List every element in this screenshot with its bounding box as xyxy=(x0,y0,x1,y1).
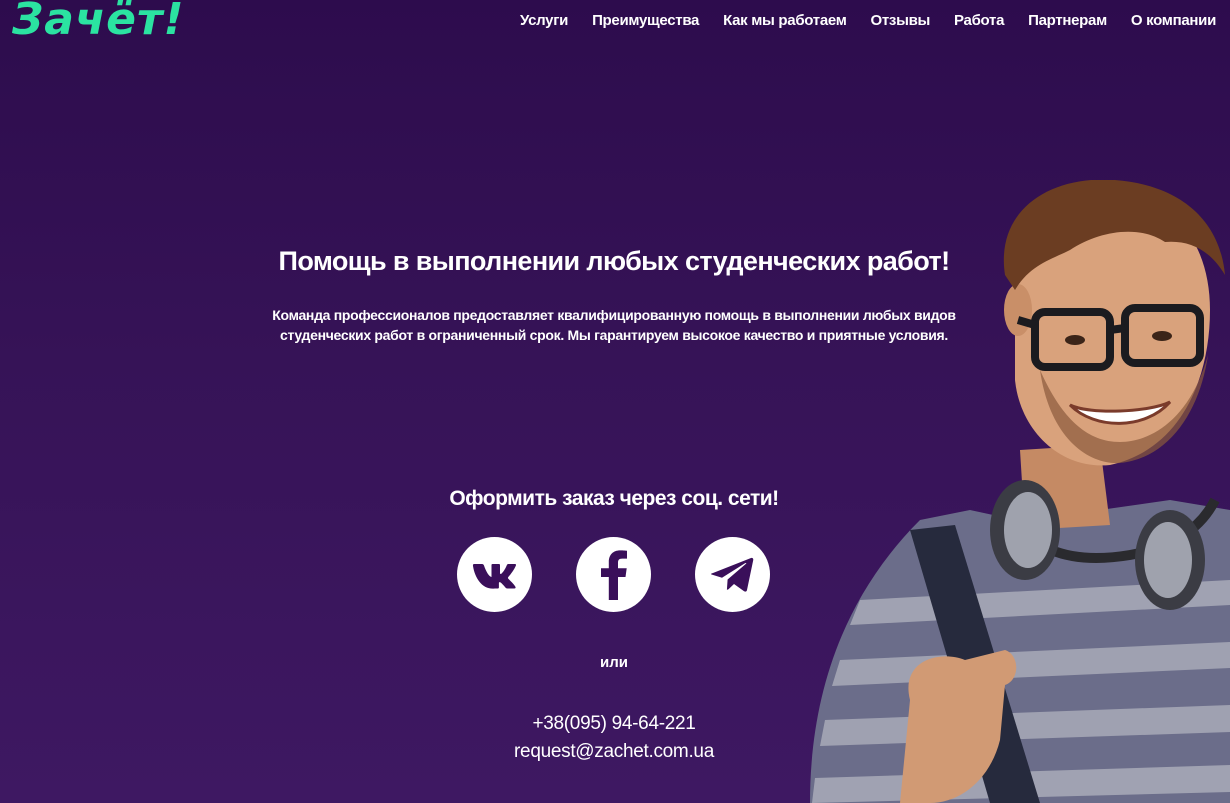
nav-item-jobs[interactable]: Работа xyxy=(942,12,1016,29)
nav-item-reviews[interactable]: Отзывы xyxy=(859,12,943,29)
hero-description: Команда профессионалов предоставляет ква… xyxy=(272,307,956,343)
telegram-icon xyxy=(710,557,753,592)
site-logo[interactable]: Зачёт! xyxy=(12,0,185,46)
facebook-button[interactable] xyxy=(576,537,651,612)
hero-title: Помощь в выполнении любых студенческих р… xyxy=(278,246,951,276)
main-navigation: Услуги Преимущества Как мы работаем Отзы… xyxy=(508,12,1216,29)
contact-phone[interactable]: +38(095) 94-64-221 xyxy=(0,713,1228,735)
telegram-button[interactable] xyxy=(695,537,770,612)
facebook-icon xyxy=(600,549,627,600)
contact-email[interactable]: request@zachet.com.ua xyxy=(0,741,1228,763)
nav-item-advantages[interactable]: Преимущества xyxy=(580,12,711,29)
vk-button[interactable] xyxy=(457,537,532,612)
nav-item-services[interactable]: Услуги xyxy=(508,12,580,29)
vk-icon xyxy=(472,563,516,589)
nav-item-how-we-work[interactable]: Как мы работаем xyxy=(711,12,858,29)
or-divider-label: или xyxy=(600,654,628,671)
nav-item-about[interactable]: О компании xyxy=(1119,12,1216,29)
nav-item-partners[interactable]: Партнерам xyxy=(1016,12,1119,29)
social-order-title: Оформить заказ через соц. сети! xyxy=(449,487,779,510)
